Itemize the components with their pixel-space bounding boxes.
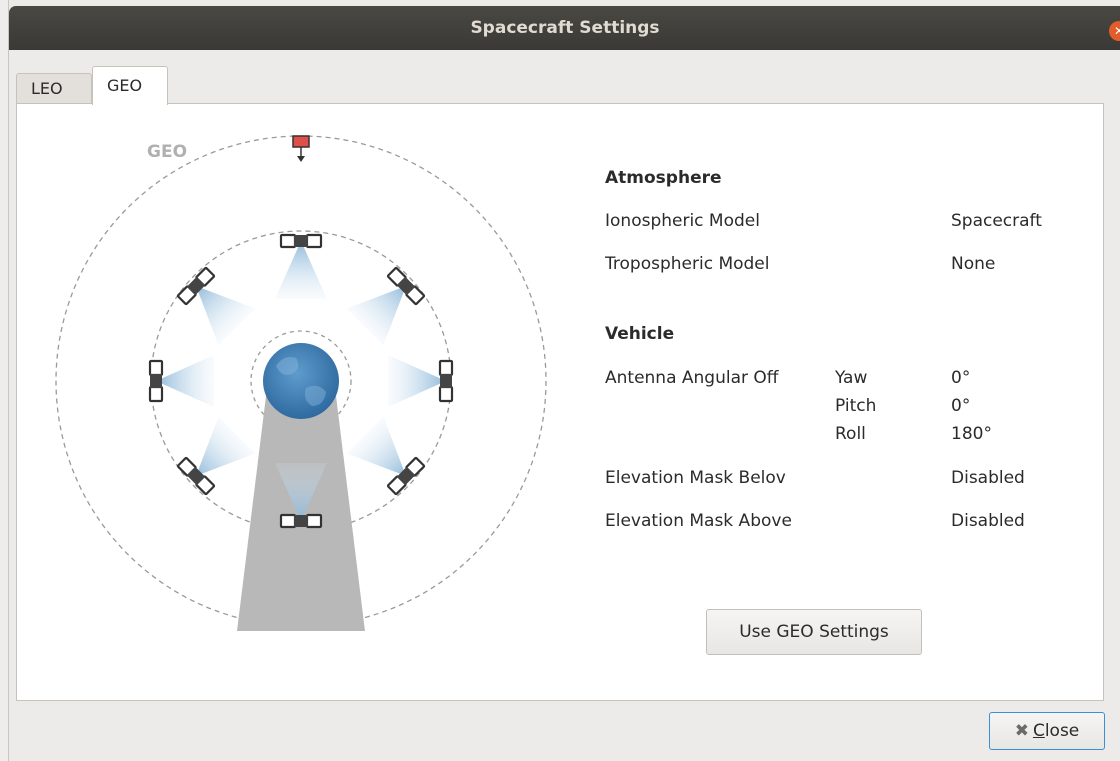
globe-icon — [263, 343, 339, 419]
close-mnemonic: C — [1032, 721, 1045, 741]
x-icon: ✖ — [1014, 721, 1029, 741]
geo-orbit-diagram: GEO — [55, 135, 547, 631]
orbit-label: GEO — [147, 142, 187, 162]
elevation-mask-above-label: Elevation Mask Above — [605, 511, 792, 531]
pitch-label: Pitch — [835, 396, 877, 416]
position-marker-icon — [292, 135, 310, 162]
pitch-value[interactable]: 0° — [951, 396, 970, 416]
geo-tab-panel: GEO Atmosphere Ionospheric Model Spacecr… — [16, 103, 1104, 701]
elevation-mask-above-value[interactable]: Disabled — [951, 511, 1025, 531]
roll-label: Roll — [835, 424, 866, 444]
yaw-value[interactable]: 0° — [951, 368, 970, 388]
atmosphere-heading: Atmosphere — [605, 168, 722, 188]
close-window-icon[interactable]: ✕ — [1109, 21, 1120, 41]
ionospheric-value[interactable]: Spacecraft — [951, 211, 1042, 231]
elevation-mask-below-label: Elevation Mask Belov — [605, 468, 786, 488]
tropospheric-label: Tropospheric Model — [605, 254, 770, 274]
yaw-label: Yaw — [835, 368, 868, 388]
close-label: lose — [1044, 721, 1080, 741]
vehicle-heading: Vehicle — [605, 324, 675, 344]
titlebar[interactable]: Spacecraft Settings ✕ — [9, 6, 1120, 50]
window-title: Spacecraft Settings — [470, 18, 660, 38]
antenna-offset-label: Antenna Angular Off — [605, 368, 779, 388]
tab-leo[interactable]: LEO — [16, 73, 92, 103]
tropospheric-value[interactable]: None — [951, 254, 995, 274]
elevation-mask-below-value[interactable]: Disabled — [951, 468, 1025, 488]
close-button[interactable]: ✖ Close — [989, 712, 1105, 750]
roll-value[interactable]: 180° — [951, 424, 992, 444]
use-geo-settings-button[interactable]: Use GEO Settings — [706, 609, 922, 655]
tab-geo[interactable]: GEO — [92, 66, 168, 105]
ionospheric-label: Ionospheric Model — [605, 211, 760, 231]
